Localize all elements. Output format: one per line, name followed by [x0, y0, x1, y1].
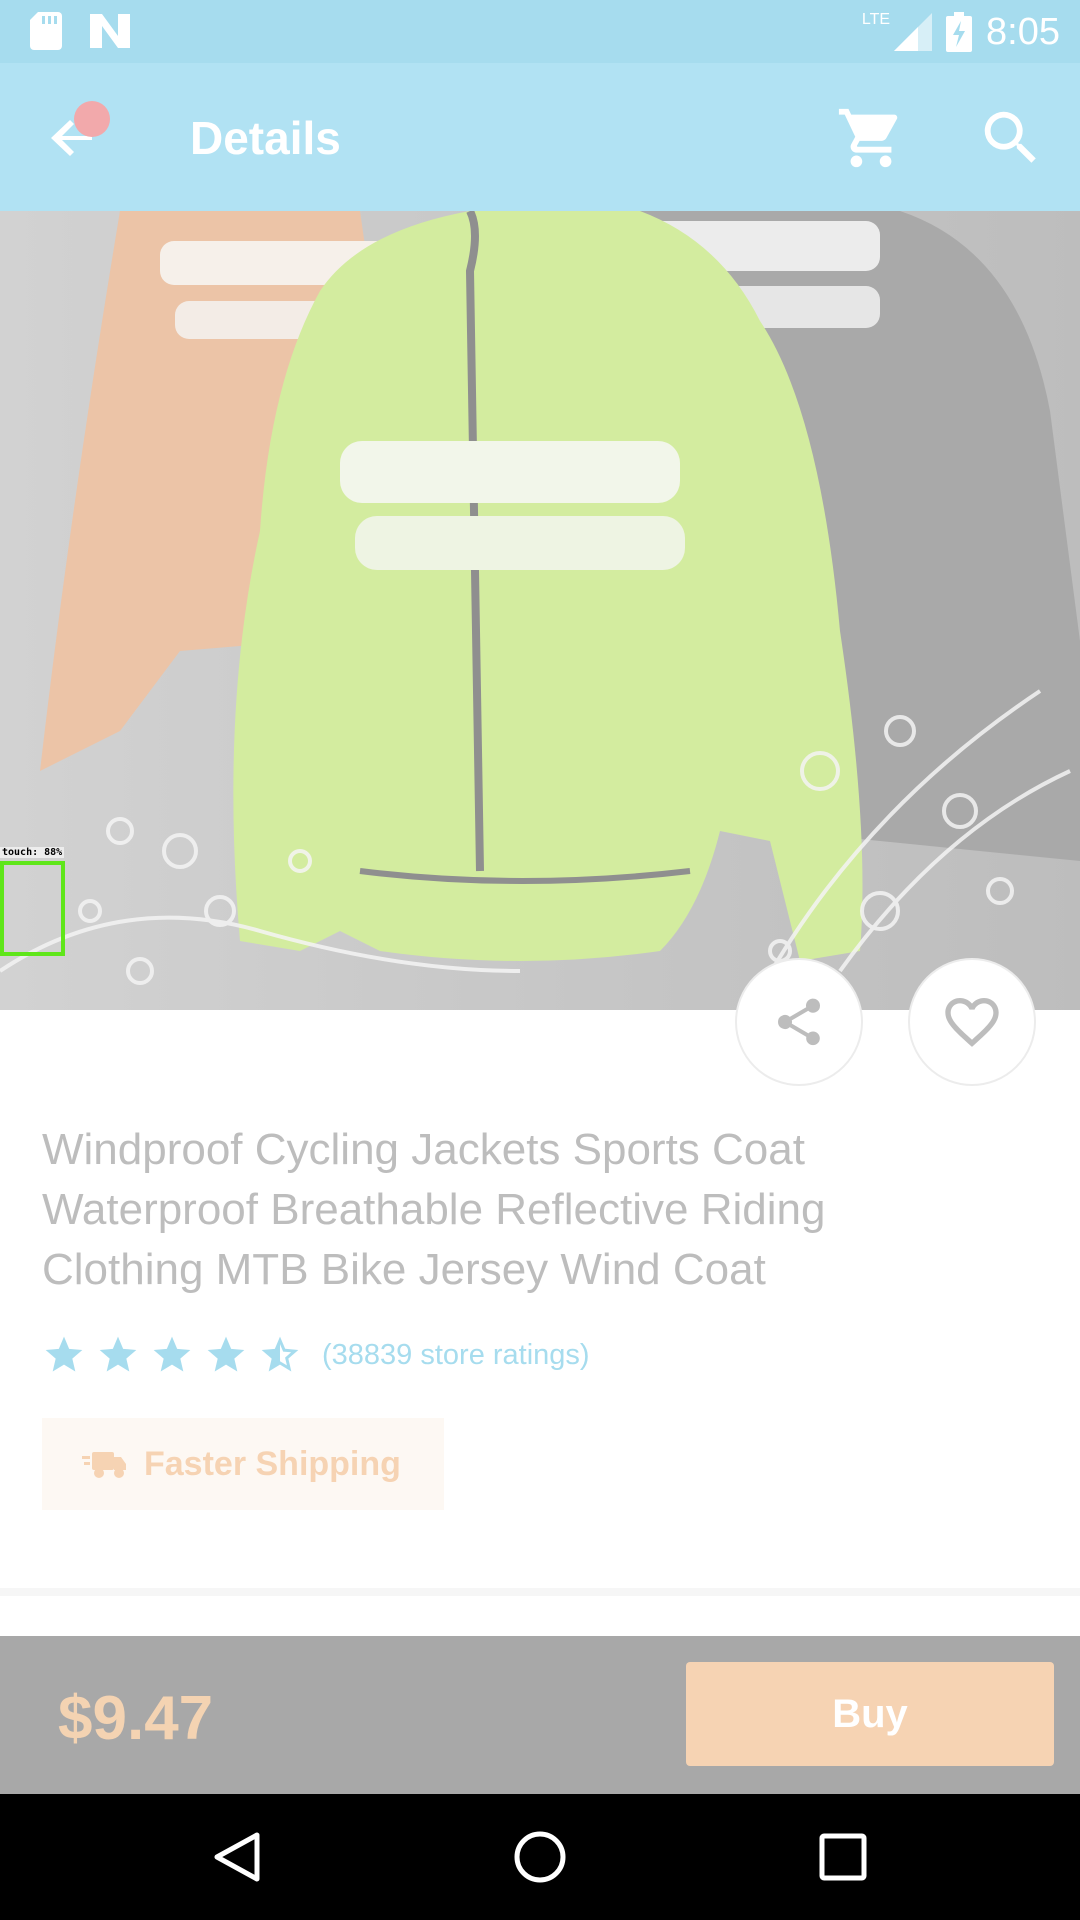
nav-recents-icon [819, 1833, 867, 1881]
star-full-icon [207, 1336, 245, 1372]
cart-button[interactable] [836, 103, 906, 173]
nav-recents-button[interactable] [813, 1827, 873, 1887]
detection-box [0, 861, 65, 956]
shipping-label: Faster Shipping [144, 1444, 401, 1483]
signal-icon [894, 13, 933, 51]
rating-count[interactable]: (38839 store ratings) [322, 1339, 590, 1372]
share-button[interactable] [735, 958, 863, 1086]
star-rating [42, 1333, 302, 1377]
network-type-label: LTE [861, 11, 891, 28]
product-image[interactable]: touch: 88% [0, 211, 1080, 1010]
battery-charging-icon [946, 12, 973, 52]
jacket-illustration [0, 211, 1080, 992]
app-bar: Details [0, 63, 1080, 211]
detection-label: touch: 88% [0, 847, 65, 858]
purchase-bar: $9.47 Buy [0, 1636, 1080, 1794]
section-divider [0, 1588, 1080, 1596]
nav-back-icon [214, 1832, 260, 1882]
star-half-icon [261, 1336, 299, 1372]
nav-home-icon [514, 1831, 566, 1883]
search-icon [984, 111, 1036, 163]
price: $9.47 [58, 1684, 214, 1753]
heart-outline-icon [945, 998, 999, 1047]
touch-indicator [74, 101, 110, 137]
shipping-badge: Faster Shipping [42, 1418, 444, 1510]
search-button[interactable] [976, 103, 1046, 173]
favorite-button[interactable] [908, 958, 1036, 1086]
star-full-icon [153, 1336, 191, 1372]
sd-card-icon [30, 12, 62, 50]
n-notification-icon [90, 14, 130, 48]
product-title: Windproof Cycling Jackets Sports Coat Wa… [42, 1125, 826, 1294]
cart-icon [838, 108, 898, 168]
star-full-icon [99, 1336, 137, 1372]
page-title: Details [190, 112, 341, 164]
star-full-icon [45, 1336, 83, 1372]
status-bar: LTE 8:05 [0, 0, 1080, 63]
delivery-truck-icon [82, 1452, 126, 1478]
share-icon [777, 998, 821, 1046]
system-nav-bar [0, 1794, 1080, 1920]
status-time: 8:05 [986, 11, 1060, 53]
nav-home-button[interactable] [510, 1827, 570, 1887]
buy-button[interactable]: Buy [686, 1662, 1054, 1766]
nav-back-button[interactable] [207, 1827, 267, 1887]
rating-row[interactable]: (38839 store ratings) [42, 1333, 590, 1377]
